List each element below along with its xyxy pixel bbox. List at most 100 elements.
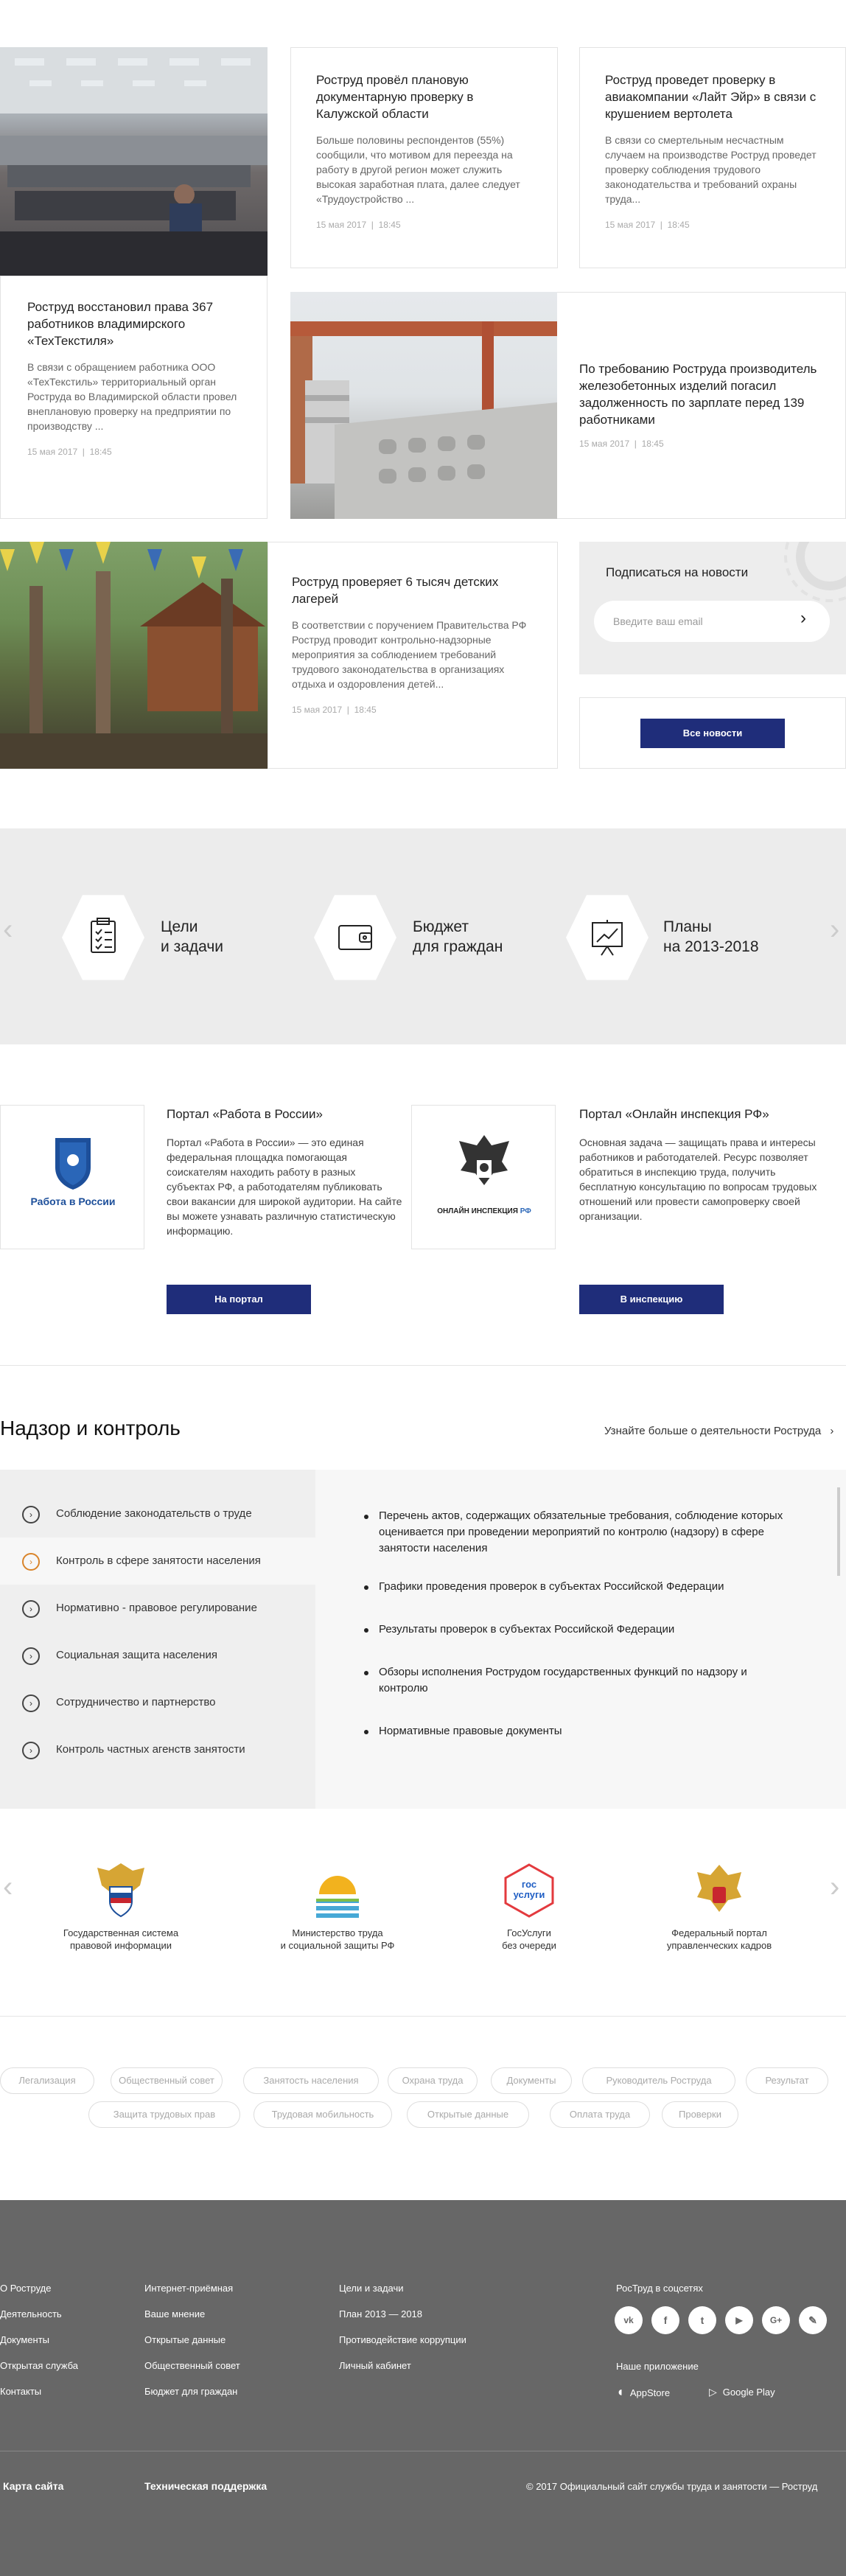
all-news-box: Все новости <box>579 697 846 769</box>
footer-link[interactable]: Контакты <box>0 2386 41 2397</box>
footer-link[interactable]: Ваше мнение <box>144 2308 205 2320</box>
band-prev-arrow-icon[interactable]: ‹ <box>3 913 13 946</box>
band-item-plans[interactable] <box>566 895 649 980</box>
all-news-button[interactable]: Все новости <box>640 719 785 748</box>
tag[interactable]: Охрана труда <box>388 2067 478 2094</box>
news-meta: 15 мая 2017 | 18:45 <box>579 439 664 449</box>
nav-item-social-protection[interactable]: › Социальная защита населения <box>0 1632 315 1679</box>
section-title: Надзор и контроль <box>0 1417 181 1439</box>
tag[interactable]: Результат <box>746 2067 828 2094</box>
support-link[interactable]: Техническая поддержка <box>144 2480 267 2492</box>
tag[interactable]: Руководитель Роструда <box>582 2067 735 2094</box>
nav-item-employment-control[interactable]: › Контроль в сфере занятости населения <box>0 1537 315 1585</box>
blog-pen-icon[interactable]: ✎ <box>799 2306 827 2334</box>
youtube-icon[interactable]: ▶ <box>725 2306 753 2334</box>
panel-link[interactable]: Перечень актов, содержащих обязательные … <box>364 1508 791 1557</box>
band-label-goals[interactable]: Цели и задачи <box>161 917 223 957</box>
band-item-goals[interactable] <box>62 895 144 980</box>
camp-illustration <box>0 542 268 769</box>
footer-link[interactable]: О Роструде <box>0 2283 51 2294</box>
news-card-1[interactable]: Роструд провёл плановую документарную пр… <box>290 47 558 268</box>
tag[interactable]: Общественный совет <box>111 2067 223 2094</box>
tag[interactable]: Документы <box>491 2067 572 2094</box>
nav-item-labor-law[interactable]: › Соблюдение законодательств о труде <box>0 1490 315 1537</box>
news-card-4[interactable]: По требованию Роструда производитель жел… <box>557 292 846 519</box>
bullet <box>364 1671 368 1675</box>
portal-title-inspection[interactable]: Портал «Онлайн инспекция РФ» <box>579 1107 769 1122</box>
bullet <box>364 1730 368 1734</box>
footer-link[interactable]: Документы <box>0 2334 49 2345</box>
news-title[interactable]: Роструд восстановил права 367 работников… <box>27 299 240 349</box>
band-next-arrow-icon[interactable]: › <box>830 913 839 946</box>
news-photo-summer-camp[interactable] <box>0 542 268 769</box>
tag[interactable]: Занятость населения <box>243 2067 379 2094</box>
google-plus-icon[interactable]: G+ <box>762 2306 790 2334</box>
band-label-plans[interactable]: Планы на 2013-2018 <box>663 917 759 957</box>
news-photo-concrete-plant[interactable] <box>290 292 557 519</box>
partners-next-arrow-icon[interactable]: › <box>830 1871 839 1904</box>
news-title[interactable]: По требованию Роструда производитель жел… <box>579 360 820 428</box>
partner-personnel-portal[interactable]: Федеральный портал управленческих кадров <box>646 1857 793 1952</box>
tag[interactable]: Трудовая мобильность <box>254 2101 392 2128</box>
tag[interactable]: Защита трудовых прав <box>88 2101 240 2128</box>
copyright: © 2017 Официальный сайт службы труда и з… <box>526 2481 818 2492</box>
nav-item-regulation[interactable]: › Нормативно - правовое регулирование <box>0 1585 315 1632</box>
partner-gosuslugi[interactable]: гос услуги ГосУслуги без очереди <box>455 1857 603 1952</box>
footer-link[interactable]: Личный кабинет <box>339 2360 411 2371</box>
portal-inspection-button[interactable]: В инспекцию <box>579 1285 724 1314</box>
email-input[interactable]: Введите ваш email <box>594 601 830 642</box>
news-card-5[interactable]: Роструд проверяет 6 тысяч детских лагере… <box>268 542 558 769</box>
portal-logo-inspection[interactable]: ОНЛАЙН ИНСПЕКЦИЯ РФ <box>411 1105 556 1249</box>
news-excerpt: В соответствии с поручением Правительств… <box>292 619 527 690</box>
footer-link[interactable]: Интернет-приёмная <box>144 2283 233 2294</box>
news-photo-textile-factory[interactable] <box>0 47 268 276</box>
partner-mintrud[interactable]: Министерство труда и социальной защиты РФ <box>264 1857 411 1952</box>
band-label-budget[interactable]: Бюджет для граждан <box>413 917 503 957</box>
nav-item-private-agencies[interactable]: › Контроль частных агенств занятости <box>0 1726 315 1773</box>
wallet-icon <box>338 925 372 950</box>
news-title[interactable]: Роструд провёл плановую документарную пр… <box>316 71 532 122</box>
footer-link[interactable]: Открытые данные <box>144 2334 226 2345</box>
appstore-link[interactable]: ◖ AppStore <box>616 2384 670 2400</box>
nav-item-partnership[interactable]: › Сотрудничество и партнерство <box>0 1679 315 1726</box>
portal-logo-rabota[interactable]: Работа в России <box>0 1105 144 1249</box>
app-title: Наше приложение <box>616 2361 699 2372</box>
googleplay-link[interactable]: ▷ Google Play <box>709 2386 775 2398</box>
divider <box>0 1365 846 1366</box>
panel-link[interactable]: Нормативные правовые документы <box>364 1723 791 1739</box>
news-meta: 15 мая 2017 | 18:45 <box>605 220 690 230</box>
news-card-3[interactable]: Роструд восстановил права 367 работников… <box>0 276 268 519</box>
portal-rabota-button[interactable]: На портал <box>167 1285 311 1314</box>
tag[interactable]: Проверки <box>662 2101 738 2128</box>
subscribe-submit-chevron-icon[interactable]: › <box>800 608 806 629</box>
footer-link[interactable]: Противодействие коррупции <box>339 2334 466 2345</box>
news-title[interactable]: Роструд проверяет 6 тысяч детских лагере… <box>292 573 534 607</box>
footer-link[interactable]: Открытая служба <box>0 2360 78 2371</box>
partners-prev-arrow-icon[interactable]: ‹ <box>3 1871 13 1904</box>
footer-link[interactable]: Бюджет для граждан <box>144 2386 237 2397</box>
partner-legal-info[interactable]: Государственная система правовой информац… <box>47 1857 195 1952</box>
panel-link[interactable]: Графики проведения проверок в субъектах … <box>364 1579 791 1595</box>
facebook-icon[interactable]: f <box>651 2306 679 2334</box>
tag[interactable]: Легализация <box>0 2067 94 2094</box>
panel-scrollbar[interactable] <box>837 1487 840 1576</box>
footer-link[interactable]: Цели и задачи <box>339 2283 404 2294</box>
tag[interactable]: Открытые данные <box>407 2101 529 2128</box>
more-about-link[interactable]: Узнайте больше о деятельности Роструда › <box>604 1425 833 1437</box>
news-card-2[interactable]: Роструд проведет проверку в авиакомпании… <box>579 47 846 268</box>
footer-link[interactable]: Деятельность <box>0 2308 62 2320</box>
footer-link[interactable]: Общественный совет <box>144 2360 240 2371</box>
presentation-chart-icon <box>592 920 623 956</box>
inspection-logo-text: ОНЛАЙН ИНСПЕКЦИЯ РФ <box>437 1207 531 1215</box>
band-item-budget[interactable] <box>314 895 396 980</box>
panel-link[interactable]: Результаты проверок в субъектах Российск… <box>364 1622 791 1638</box>
sitemap-link[interactable]: Карта сайта <box>3 2480 63 2492</box>
vk-icon[interactable]: vk <box>615 2306 643 2334</box>
news-title[interactable]: Роструд проведет проверку в авиакомпании… <box>605 71 820 122</box>
portal-title-rabota[interactable]: Портал «Работа в России» <box>167 1107 323 1122</box>
tag[interactable]: Оплата труда <box>550 2101 650 2128</box>
twitter-icon[interactable]: t <box>688 2306 716 2334</box>
panel-link[interactable]: Обзоры исполнения Рострудом государствен… <box>364 1664 791 1697</box>
chevron-circle-icon: › <box>22 1600 40 1618</box>
footer-link[interactable]: План 2013 — 2018 <box>339 2308 422 2320</box>
